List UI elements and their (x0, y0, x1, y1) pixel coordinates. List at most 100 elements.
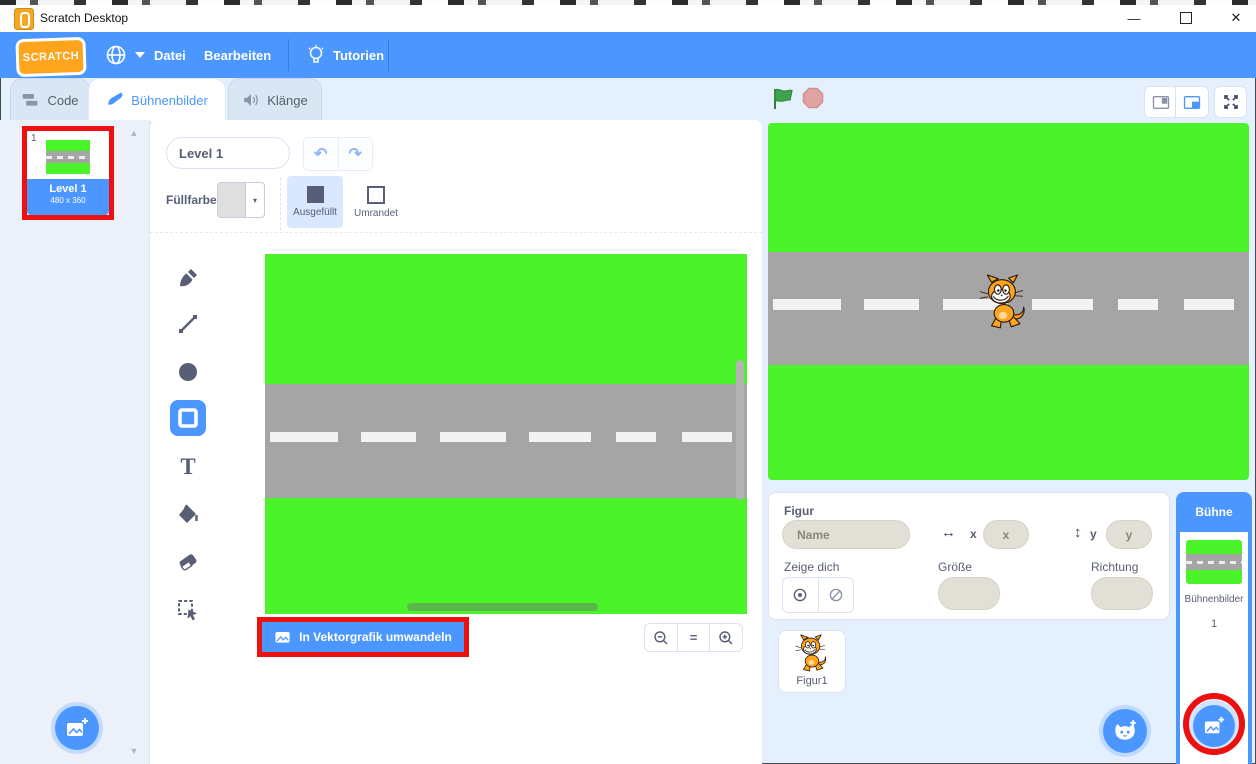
large-stage-icon (1182, 94, 1202, 111)
menu-item-tutorials-label: Tutorien (333, 48, 384, 63)
menu-item-edit[interactable]: Bearbeiten (196, 32, 279, 78)
road-dash (1118, 299, 1158, 309)
select-tool-button[interactable] (170, 592, 206, 628)
road-dash (361, 432, 416, 442)
horizontal-arrow-icon: ↔ (941, 524, 956, 541)
filled-square-icon (307, 186, 324, 203)
road-dash (773, 299, 841, 309)
brush-tool-button[interactable] (170, 260, 206, 296)
y-position-input[interactable] (1106, 520, 1152, 549)
menu-bar: SCRATCH Datei Bearbeiten Tutorien (0, 32, 1256, 78)
fullscreen-button[interactable] (1214, 86, 1247, 118)
hide-sprite-button[interactable] (819, 578, 854, 612)
minimize-button[interactable]: — (1119, 5, 1149, 31)
circle-tool-button[interactable] (170, 354, 206, 390)
scratch-logo[interactable]: SCRATCH (15, 37, 86, 77)
x-label: x (970, 527, 977, 541)
tab-backdrops[interactable]: Bühnenbilder (88, 78, 226, 121)
zoom-in-button[interactable] (710, 624, 742, 651)
convert-to-vector-button[interactable]: In Vektorgrafik umwandeln (262, 622, 464, 652)
backdrop-item-footer: Level 1 480 x 360 (27, 179, 109, 215)
tab-code-label: Code (47, 93, 78, 108)
line-icon (176, 312, 200, 336)
fill-tool-button[interactable] (170, 496, 206, 532)
zoom-out-button[interactable] (645, 624, 678, 651)
add-backdrop-button-halo (51, 702, 103, 754)
tab-code[interactable]: Code (10, 78, 90, 121)
line-tool-button[interactable] (170, 306, 206, 342)
stage-backdrop-thumbnail (1186, 540, 1242, 584)
fill-color-swatch[interactable]: ▾ (217, 182, 265, 218)
costume-name-input[interactable] (166, 137, 290, 169)
backdrop-list-item[interactable]: 1 Level 1 480 x 360 (27, 131, 109, 215)
road-dash (616, 432, 656, 442)
size-input[interactable] (938, 577, 1000, 610)
cat-sprite-on-stage[interactable] (976, 274, 1032, 332)
road-dash (864, 299, 919, 309)
menu-divider (288, 39, 289, 71)
paint-canvas[interactable] (265, 254, 747, 614)
stage[interactable] (768, 123, 1249, 480)
add-backdrop-button[interactable] (55, 706, 99, 750)
eraser-tool-button[interactable] (170, 544, 206, 580)
add-sprite-button[interactable] (1103, 709, 1147, 753)
add-backdrop-icon (65, 717, 89, 739)
backdrop-selector-sidebar: ▲ 1 Level 1 480 x 360 ▼ (0, 120, 150, 764)
zoom-in-icon (717, 629, 735, 647)
sprite-list-item[interactable]: Figur1 (778, 630, 846, 693)
large-stage-button[interactable] (1175, 86, 1209, 118)
filled-mode-button[interactable]: Ausgefüllt (287, 176, 343, 228)
filled-mode-label: Ausgefüllt (293, 207, 337, 218)
toolbar-divider (280, 178, 281, 230)
annotation-box-backdrop-item: 1 Level 1 480 x 360 (22, 126, 114, 220)
annotation-box-convert-button: In Vektorgrafik umwandeln (257, 617, 469, 657)
stage-panel-title: Bühne (1176, 492, 1252, 532)
paint-editor-panel: ↶ ↷ Füllfarbe ▾ Ausgefüllt Umrandet (150, 120, 762, 764)
undo-redo-group: ↶ ↷ (303, 137, 373, 171)
redo-button[interactable]: ↷ (339, 138, 373, 170)
scroll-up-icon[interactable]: ▲ (127, 128, 141, 138)
window-title: Scratch Desktop (40, 11, 128, 25)
language-selector[interactable] (96, 32, 153, 78)
backdrop-size: 480 x 360 (27, 196, 109, 205)
canvas-vertical-scrollbar[interactable] (736, 360, 744, 500)
backdrop-thumbnail (46, 140, 90, 174)
menu-item-file[interactable]: Datei (146, 32, 194, 78)
title-bar: Scratch Desktop — ✕ (0, 5, 1256, 33)
sprite-name-input[interactable] (782, 520, 910, 549)
small-stage-icon (1151, 94, 1171, 111)
lightbulb-icon (306, 44, 326, 66)
circle-icon (176, 360, 200, 384)
text-tool-button[interactable]: T (170, 448, 206, 484)
zoom-reset-button[interactable]: = (678, 624, 711, 651)
stop-button[interactable] (802, 87, 824, 109)
rectangle-tool-button[interactable] (170, 400, 206, 436)
menu-item-tutorials[interactable]: Tutorien (298, 32, 392, 78)
fullscreen-icon (1222, 93, 1240, 111)
canvas-horizontal-scrollbar[interactable] (407, 603, 598, 611)
add-sprite-button-halo (1099, 705, 1151, 757)
rectangle-icon (176, 406, 200, 430)
road-dash (529, 432, 591, 442)
direction-input[interactable] (1091, 577, 1153, 610)
chevron-down-icon (135, 52, 145, 58)
undo-button[interactable]: ↶ (304, 138, 339, 170)
road-dash (440, 432, 506, 442)
image-icon (274, 629, 291, 645)
backdrop-name: Level 1 (27, 183, 109, 195)
close-button[interactable]: ✕ (1221, 5, 1251, 31)
outlined-mode-button[interactable]: Umrandet (348, 176, 404, 228)
tab-sounds[interactable]: Klänge (228, 78, 322, 121)
road-dash (1032, 299, 1094, 309)
green-flag-button[interactable] (771, 87, 794, 110)
maximize-button[interactable] (1171, 5, 1201, 31)
show-sprite-button[interactable] (783, 578, 819, 612)
show-label: Zeige dich (784, 560, 839, 574)
small-stage-button[interactable] (1144, 86, 1177, 118)
convert-button-label: In Vektorgrafik umwandeln (299, 630, 452, 644)
tab-sounds-label: Klänge (267, 93, 307, 108)
add-sprite-cat-icon (1112, 719, 1138, 743)
fill-color-preview (218, 183, 246, 217)
x-position-input[interactable] (983, 520, 1029, 549)
scroll-down-icon[interactable]: ▼ (127, 746, 141, 756)
